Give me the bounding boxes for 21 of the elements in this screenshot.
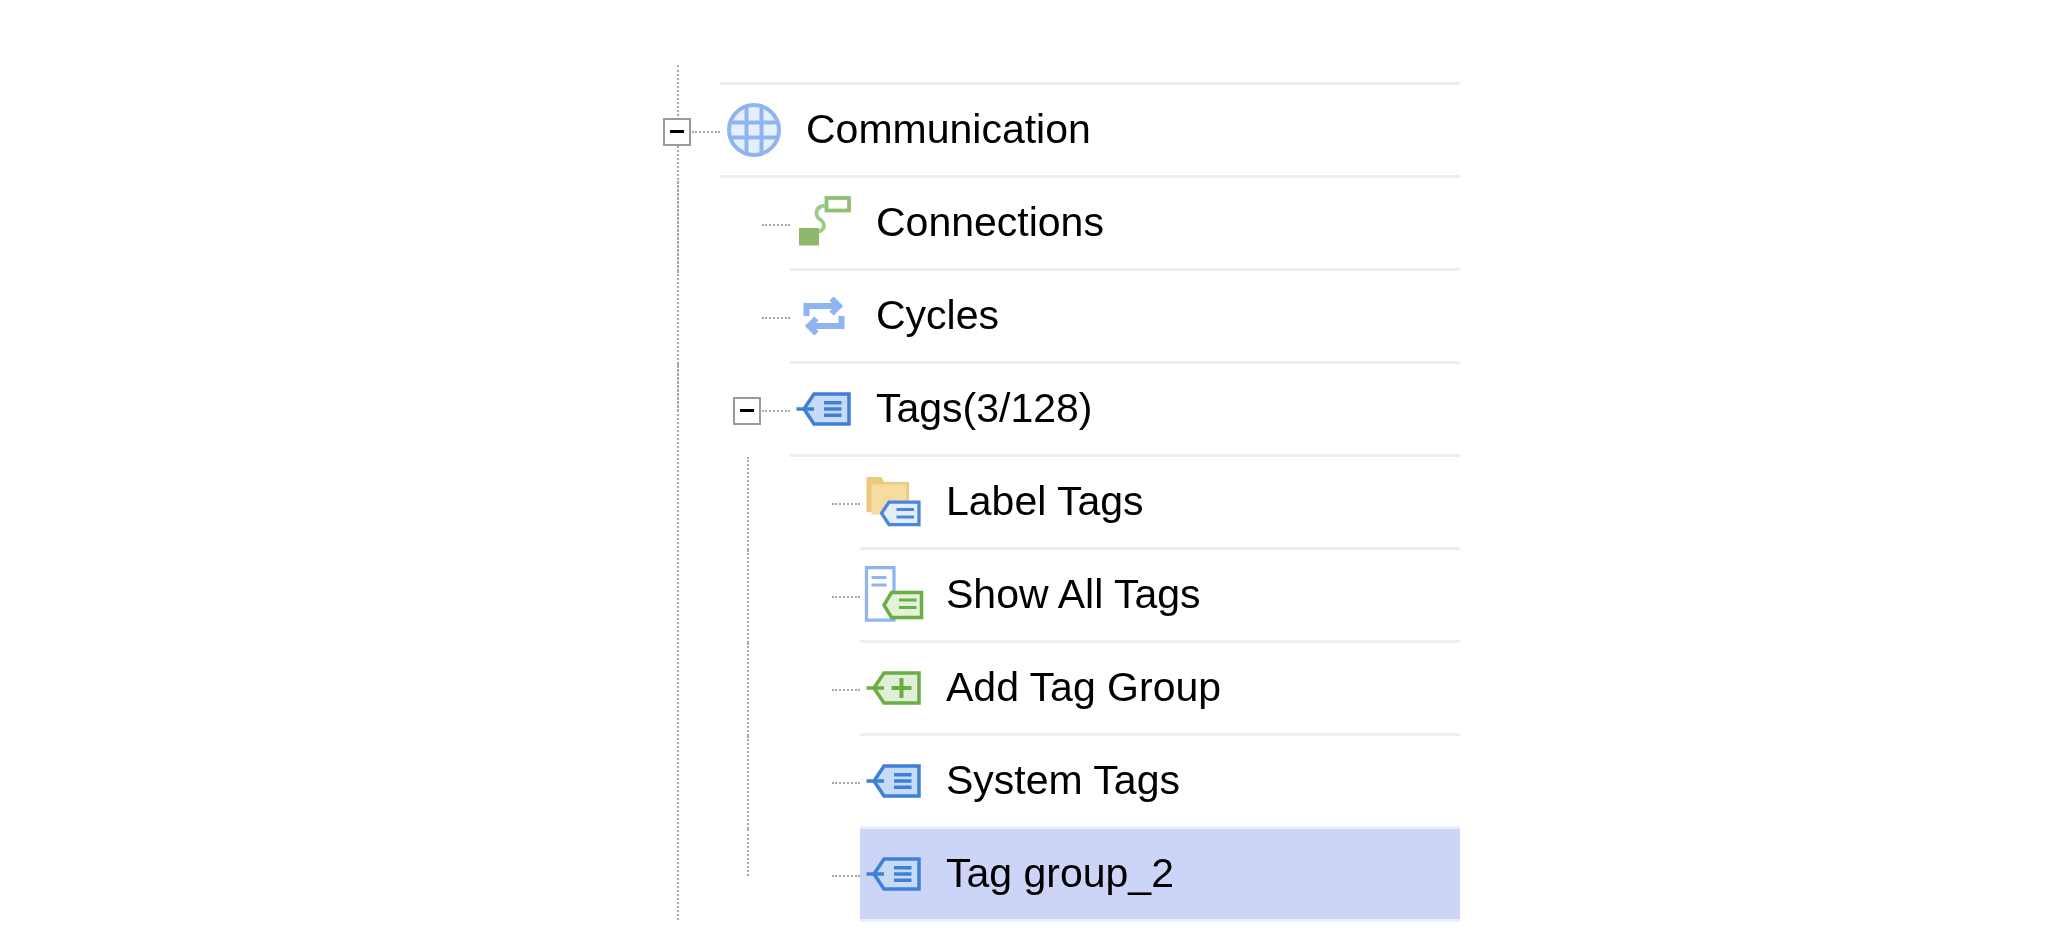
tree-item-label: Communication (806, 105, 1091, 155)
tree-item-label: Connections (876, 198, 1104, 248)
tree-item[interactable]: Label Tags (860, 457, 1460, 550)
tree-item[interactable]: Tags(3/128) (790, 364, 1460, 457)
tree-item-label: System Tags (946, 756, 1180, 806)
tree-item-label: Tags(3/128) (876, 384, 1093, 434)
tree-item[interactable]: Tag group_2 (860, 829, 1460, 922)
tree-item-label: Add Tag Group (946, 663, 1222, 713)
collapse-toggle[interactable] (663, 117, 691, 146)
tree-item[interactable]: Connections (790, 178, 1460, 271)
tree-item-label: Cycles (876, 291, 1000, 341)
tree-item[interactable]: Cycles (790, 271, 1460, 364)
tree-item-label: Tag group_2 (946, 849, 1174, 899)
tree-item-label: Show All Tags (946, 570, 1201, 620)
tree-item[interactable]: Show All Tags (860, 550, 1460, 643)
globe-icon (724, 100, 784, 160)
collapse-toggle[interactable] (733, 396, 761, 425)
document-tag-icon (864, 565, 924, 625)
tree-item[interactable]: Communication (720, 85, 1460, 178)
tree-item-label: Label Tags (946, 477, 1144, 527)
tree-item[interactable]: Add Tag Group (860, 643, 1460, 736)
